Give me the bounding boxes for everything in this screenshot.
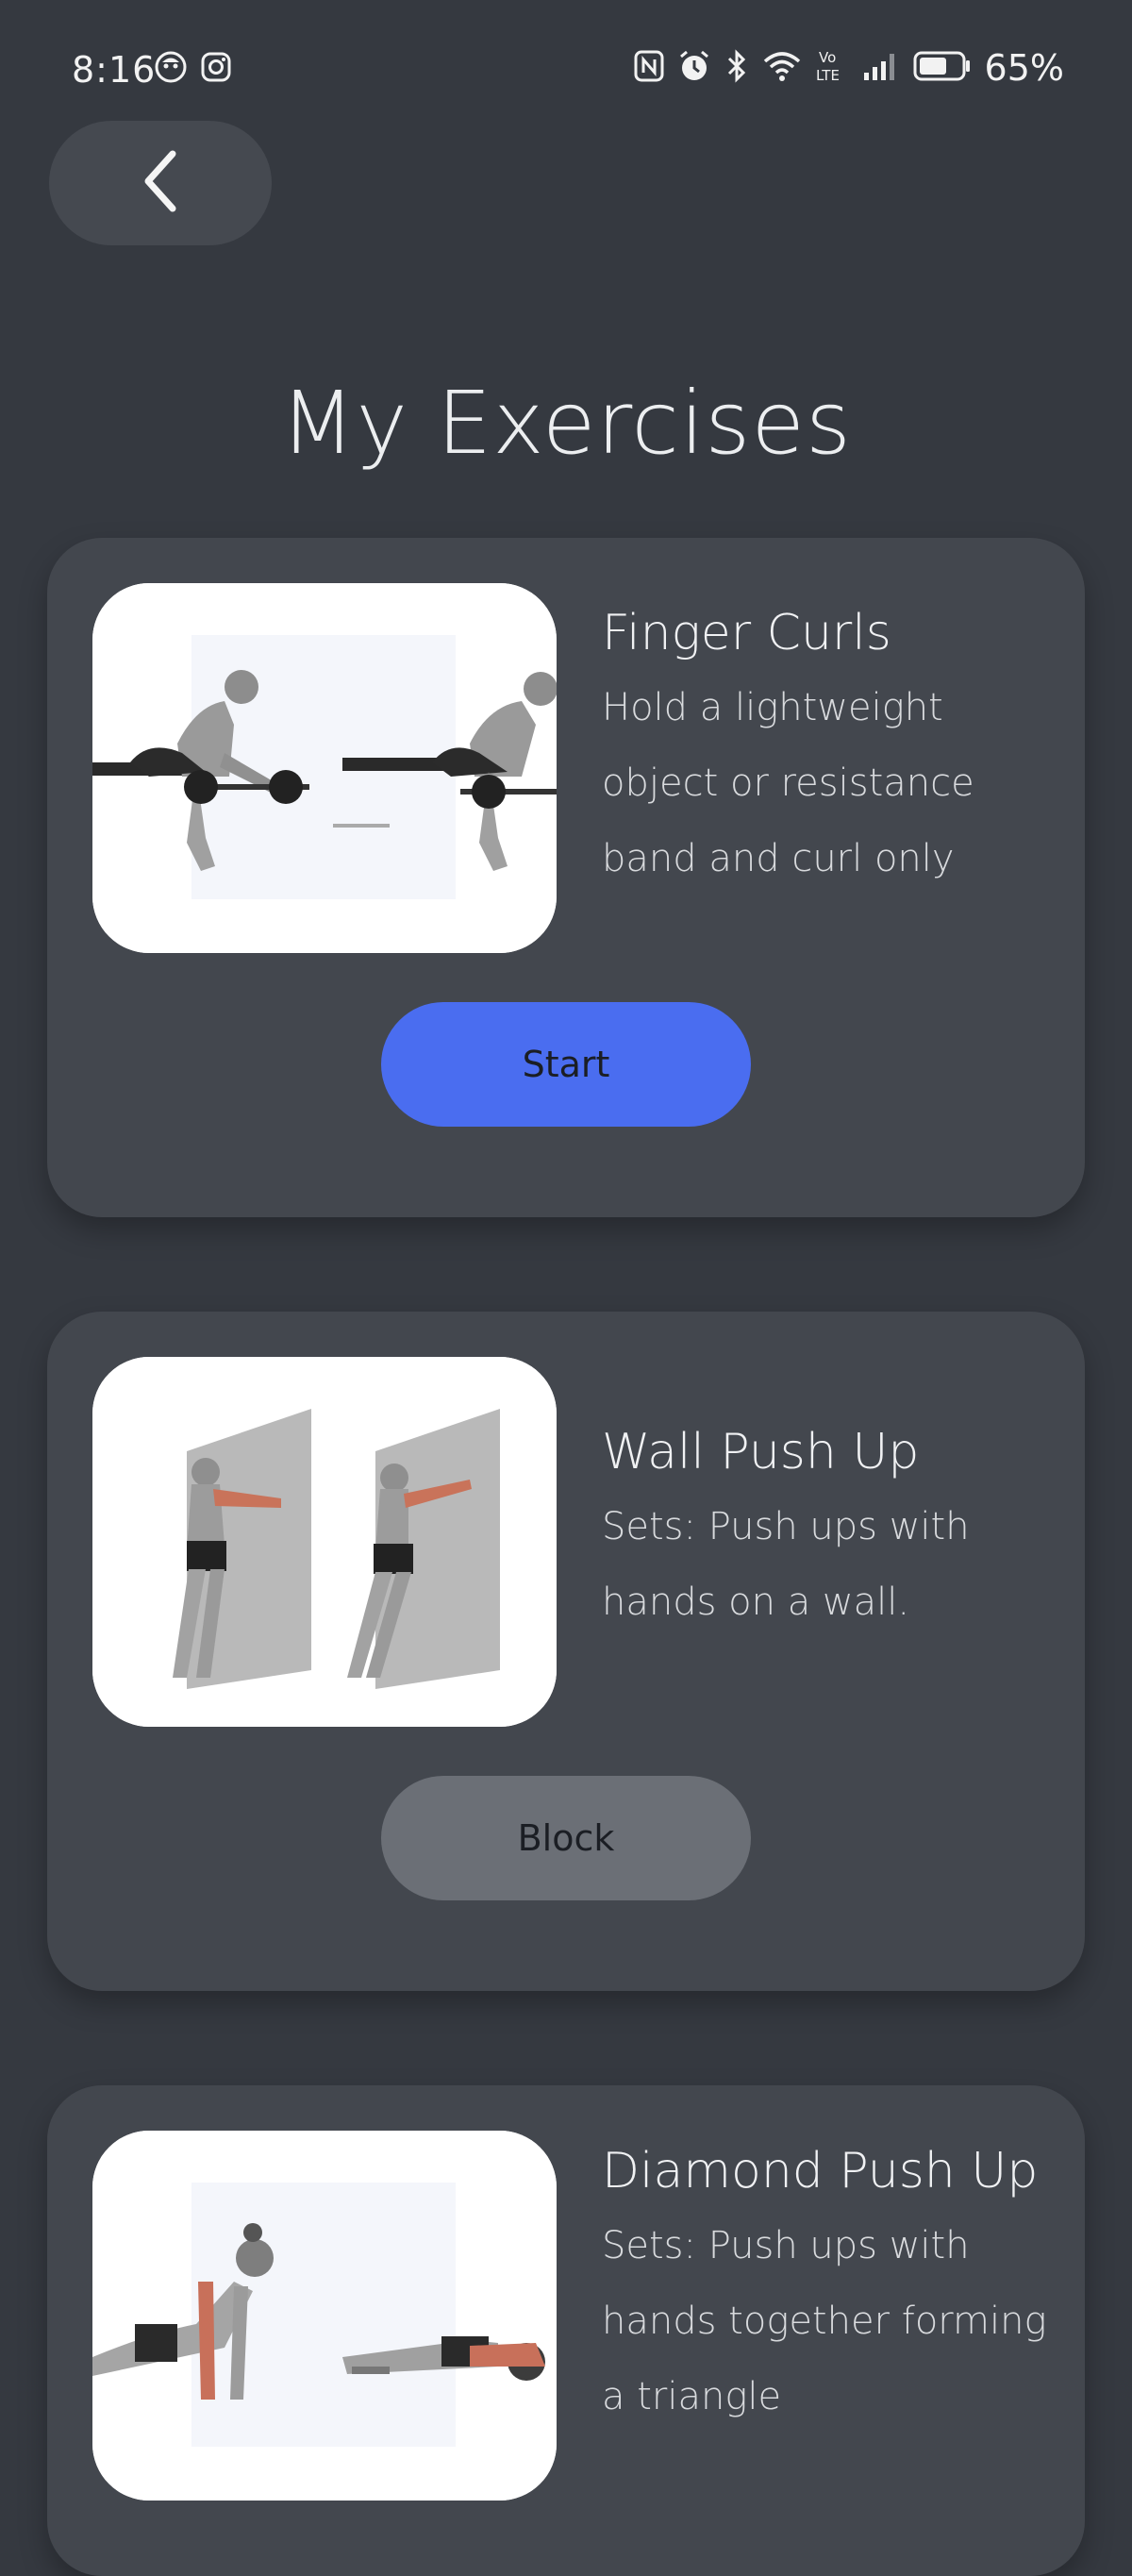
bluetooth-icon (724, 49, 749, 87)
exercise-text-finger-curls: Finger Curls Hold a lightweight object o… (602, 596, 1055, 896)
status-right-icons: Vo LTE 65% (634, 47, 1064, 89)
exercise-text-wall-push-up: Wall Push Up Sets: Push ups with hands o… (602, 1415, 1055, 1640)
exercise-image-diamond-push-up (92, 2131, 557, 2501)
battery-percent: 65% (984, 47, 1064, 89)
exercise-image-wall-push-up (92, 1357, 557, 1727)
exercise-title: Diamond Push Up (602, 2143, 1039, 2200)
back-button[interactable] (49, 121, 272, 245)
exercise-text-diamond-push-up: Diamond Push Up Sets: Push ups with hand… (602, 2134, 1055, 2434)
alarm-icon (677, 49, 711, 87)
start-button[interactable]: Start (381, 1002, 751, 1127)
instagram-icon (200, 51, 232, 87)
exercise-card-diamond-push-up: Diamond Push Up Sets: Push ups with hand… (47, 2085, 1085, 2576)
volte-icon: Vo LTE (815, 48, 849, 88)
exercise-title: Wall Push Up (602, 1424, 920, 1480)
exercise-description: Hold a lightweight object or resistance … (602, 686, 974, 880)
face-icon (155, 51, 187, 87)
exercise-description: Sets: Push ups with hands together formi… (602, 2224, 1047, 2418)
nfc-icon (634, 50, 664, 86)
status-time: 8:16 (72, 49, 157, 91)
chevron-left-icon (137, 148, 184, 218)
exercise-image-finger-curls (92, 583, 557, 953)
exercise-description: Sets: Push ups with hands on a wall. (602, 1505, 970, 1624)
exercise-title: Finger Curls (602, 605, 891, 661)
svg-text:Vo: Vo (819, 49, 836, 66)
signal-icon (862, 50, 900, 86)
battery-icon (913, 50, 972, 86)
wifi-icon (762, 50, 802, 86)
exercise-card-finger-curls: Finger Curls Hold a lightweight object o… (47, 538, 1085, 1217)
svg-text:LTE: LTE (816, 67, 840, 84)
page-title: My Exercises (280, 373, 852, 474)
block-button[interactable]: Block (381, 1776, 751, 1900)
status-left-icons (155, 51, 232, 87)
exercise-card-wall-push-up: Wall Push Up Sets: Push ups with hands o… (47, 1312, 1085, 1991)
